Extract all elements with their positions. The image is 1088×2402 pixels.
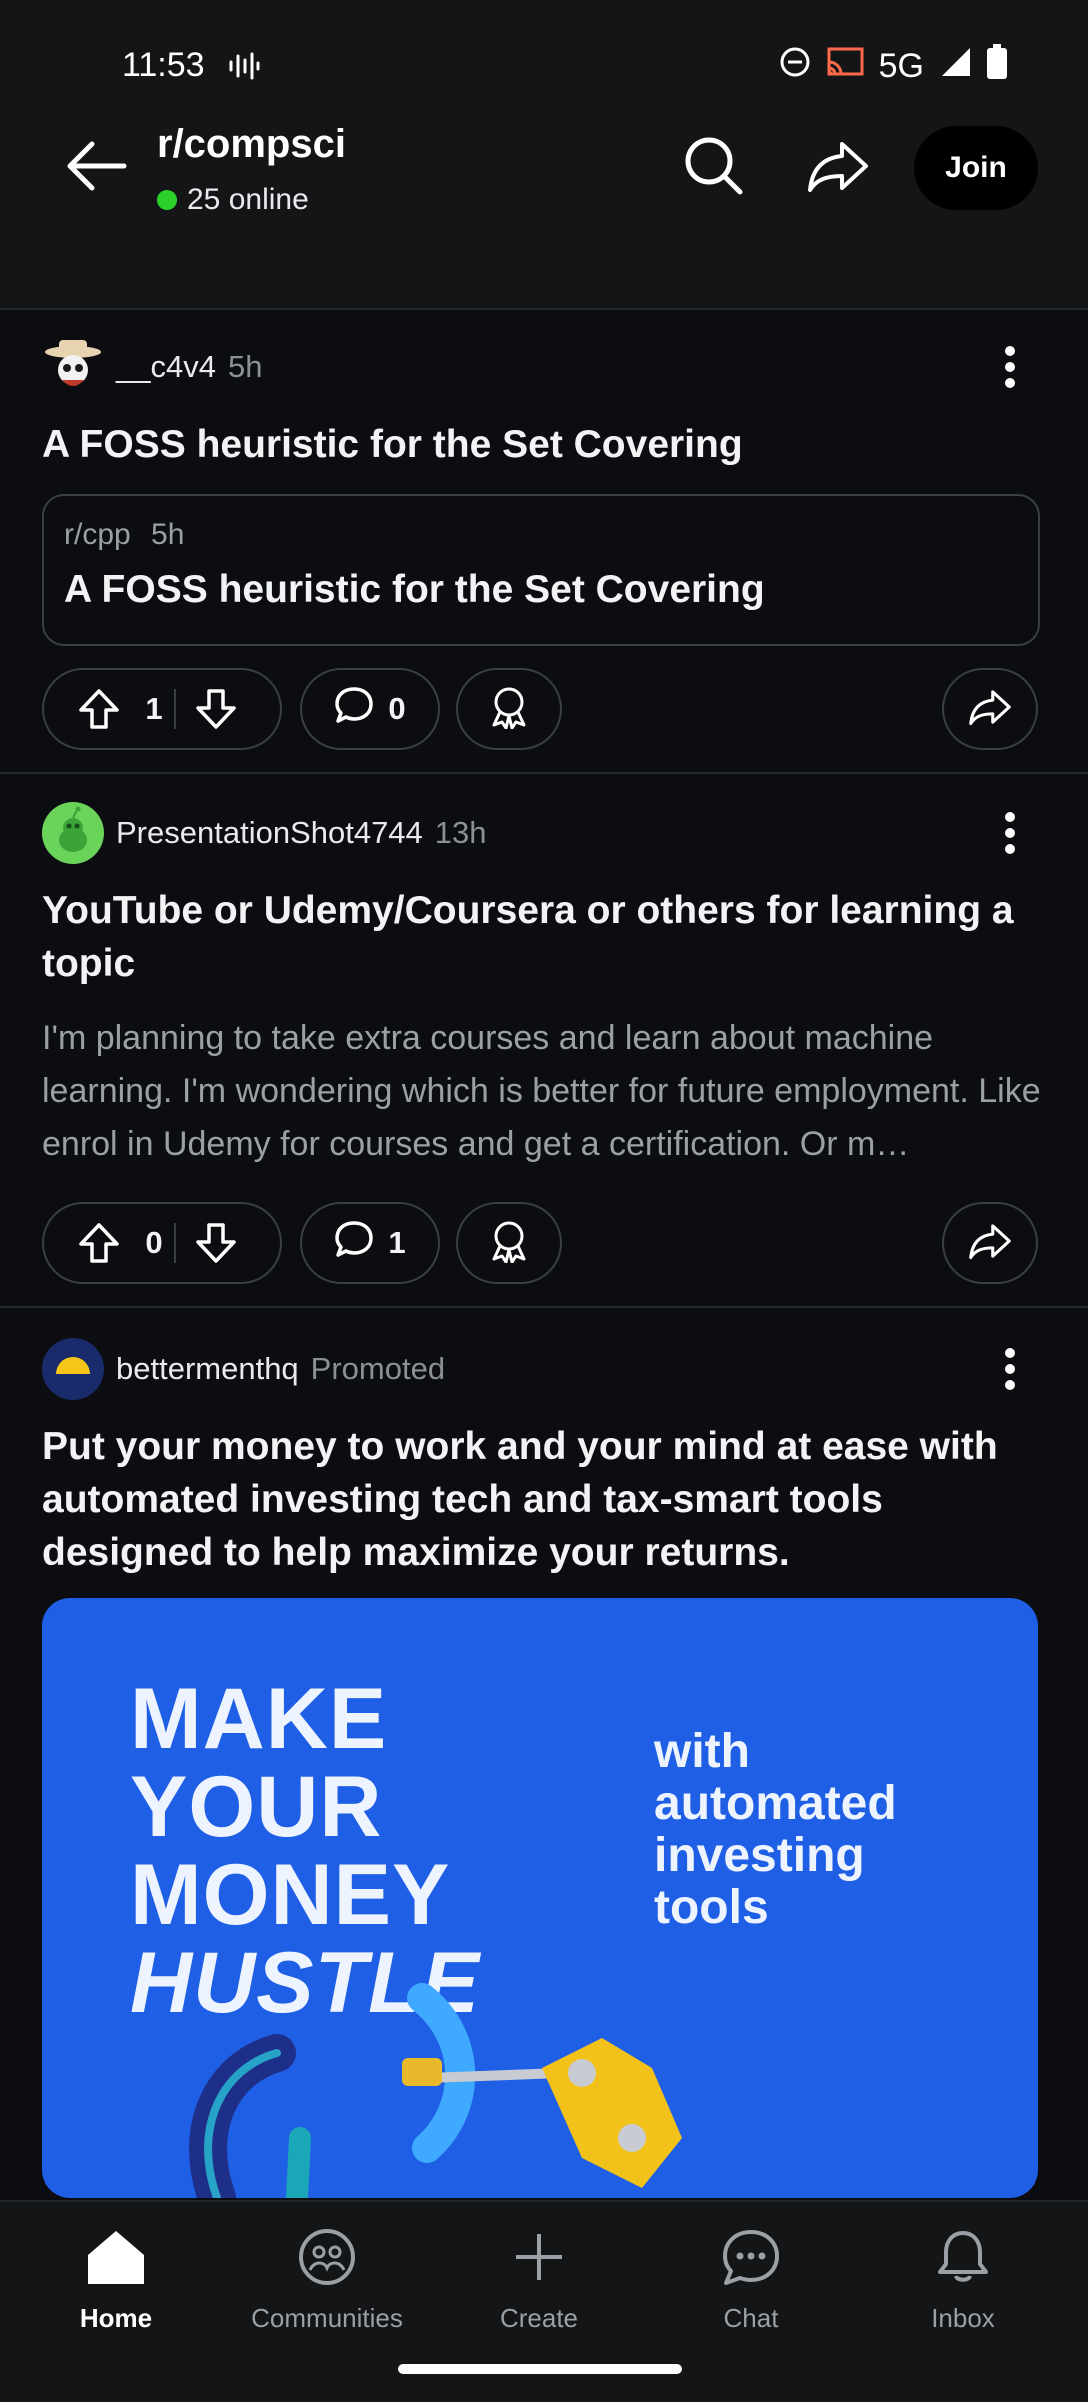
community-title[interactable]: r/compsci	[157, 122, 346, 167]
comment-icon	[334, 685, 374, 733]
signal-icon	[938, 46, 972, 87]
more-vertical-icon	[1004, 1347, 1016, 1396]
post-1-meta: __c4v4 5h	[42, 336, 262, 398]
post-3-more-button[interactable]	[990, 1336, 1030, 1406]
more-vertical-icon	[1004, 345, 1016, 394]
promoted-label: Promoted	[310, 1351, 446, 1386]
upvote-icon[interactable]	[64, 688, 134, 730]
tab-label: Create	[499, 2303, 579, 2333]
share-icon	[968, 687, 1012, 732]
post-username[interactable]: __c4v4	[116, 349, 216, 385]
post-2-vote-control: 0	[42, 1202, 282, 1284]
upvote-icon[interactable]	[64, 1222, 134, 1264]
bell-icon	[934, 2228, 992, 2293]
share-icon	[968, 1221, 1012, 1266]
post-1-comments-button[interactable]: 0	[300, 668, 440, 750]
crosspost-card[interactable]: r/cpp 5h A FOSS heuristic for the Set Co…	[42, 494, 1040, 646]
post-time: 5h	[227, 349, 263, 384]
share-community-button[interactable]	[798, 124, 878, 212]
battery-icon	[986, 44, 1008, 89]
ad-side-line: tools	[654, 1881, 769, 1934]
ad-image[interactable]: MAKE YOUR MONEY HUSTLE with automated in…	[42, 1598, 1038, 2198]
online-count: 25 online	[157, 183, 309, 217]
tab-label: Communities	[251, 2303, 403, 2333]
communities-icon	[296, 2228, 358, 2293]
dnd-icon	[779, 46, 811, 87]
tab-home[interactable]: Home	[26, 2228, 206, 2334]
post-2-award-button[interactable]	[456, 1202, 562, 1284]
back-arrow-icon	[64, 138, 128, 199]
tab-label: Home	[79, 2303, 153, 2333]
search-button[interactable]	[674, 124, 754, 212]
ad-headline-line: MONEY	[130, 1847, 451, 1943]
status-time: 11:53	[122, 46, 205, 84]
vote-count: 1	[145, 691, 163, 726]
post-2-share-button[interactable]	[942, 1202, 1038, 1284]
share-icon	[806, 138, 870, 199]
post-divider	[0, 1306, 1088, 1308]
join-button[interactable]: Join	[914, 126, 1038, 210]
status-icons: 5G	[779, 44, 1008, 89]
ad-side-line: investing	[654, 1829, 865, 1882]
award-icon	[488, 685, 530, 734]
avatar[interactable]	[42, 802, 104, 864]
post-username[interactable]: PresentationShot4744	[116, 815, 423, 851]
header-separator	[0, 262, 1088, 310]
post-username[interactable]: bettermenthq	[116, 1351, 299, 1387]
post-2-more-button[interactable]	[990, 800, 1030, 870]
ad-headline-line: MAKE	[130, 1671, 388, 1767]
cast-icon	[825, 46, 865, 87]
home-icon	[85, 2228, 147, 2293]
ad-illustration	[189, 1983, 682, 2198]
post-3-meta: bettermenthq Promoted	[42, 1338, 445, 1400]
search-icon	[682, 134, 746, 203]
online-label: 25 online	[187, 183, 309, 216]
downvote-icon[interactable]	[176, 1222, 256, 1264]
post-3-title[interactable]: Put your money to work and your mind at …	[42, 1420, 1042, 1579]
ad-headline-line: YOUR	[130, 1759, 383, 1855]
ad-side-line: automated	[654, 1777, 897, 1830]
post-1-more-button[interactable]	[990, 334, 1030, 404]
avatar[interactable]	[42, 336, 104, 398]
post-1-title[interactable]: A FOSS heuristic for the Set Covering	[42, 418, 1042, 471]
avatar[interactable]	[42, 1338, 104, 1400]
ad-side-line: with	[654, 1725, 750, 1778]
comment-count: 1	[388, 1225, 406, 1260]
tab-inbox[interactable]: Inbox	[873, 2228, 1053, 2334]
tab-label: Chat	[723, 2303, 779, 2333]
post-2-title[interactable]: YouTube or Udemy/Coursera or others for …	[42, 884, 1042, 990]
voice-wave-icon	[228, 52, 260, 85]
tab-chat[interactable]: Chat	[661, 2228, 841, 2334]
post-divider	[0, 772, 1088, 774]
crosspost-time: 5h	[151, 518, 185, 551]
home-indicator[interactable]	[398, 2364, 682, 2374]
award-icon	[488, 1219, 530, 1268]
back-button[interactable]	[56, 128, 136, 208]
post-1-award-button[interactable]	[456, 668, 562, 750]
comment-count: 0	[388, 691, 406, 726]
network-label: 5G	[878, 47, 924, 85]
post-1-share-button[interactable]	[942, 668, 1038, 750]
crosspost-subreddit[interactable]: r/cpp	[64, 518, 131, 551]
plus-icon	[510, 2228, 568, 2293]
tab-create[interactable]: Create	[449, 2228, 629, 2334]
downvote-icon[interactable]	[176, 688, 256, 730]
post-1-vote-control: 1	[42, 668, 282, 750]
vote-count: 0	[145, 1225, 163, 1260]
more-vertical-icon	[1004, 811, 1016, 860]
tab-communities[interactable]: Communities	[237, 2228, 417, 2334]
post-time: 13h	[434, 815, 487, 850]
comment-icon	[334, 1219, 374, 1267]
post-2-comments-button[interactable]: 1	[300, 1202, 440, 1284]
post-2-body[interactable]: I'm planning to take extra courses and l…	[42, 1012, 1042, 1171]
crosspost-meta: r/cpp 5h	[64, 518, 184, 552]
status-bar: 11:53 5G	[0, 0, 1088, 130]
tab-label: Inbox	[931, 2303, 995, 2333]
post-2-meta: PresentationShot4744 13h	[42, 802, 487, 864]
online-dot-icon	[157, 190, 177, 210]
crosspost-title: A FOSS heuristic for the Set Covering	[64, 568, 765, 611]
chat-icon	[720, 2228, 782, 2293]
